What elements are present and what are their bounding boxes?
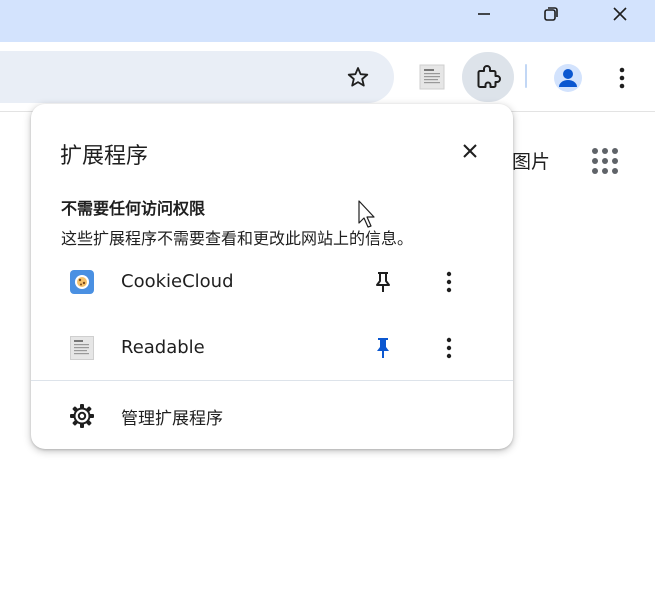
browser-menu-button[interactable]	[606, 62, 638, 94]
restore-icon	[544, 7, 558, 21]
extensions-popup: 扩展程序 不需要任何访问权限 这些扩展程序不需要查看和更改此网站上的信息。 Co…	[31, 104, 513, 449]
star-icon	[347, 67, 369, 87]
pin-filled-icon	[377, 338, 389, 358]
close-icon	[463, 144, 477, 158]
profile-button[interactable]	[552, 62, 584, 94]
toolbar-separator	[525, 64, 527, 88]
extension-row-cookiecloud[interactable]: CookieCloud	[31, 254, 513, 310]
restore-button[interactable]	[528, 0, 574, 28]
extension-row-readable[interactable]: Readable	[31, 320, 513, 376]
extensions-button[interactable]	[462, 52, 514, 102]
address-bar[interactable]	[0, 51, 394, 103]
popup-divider	[31, 380, 513, 381]
readable-toolbar-button[interactable]	[419, 64, 445, 90]
puzzle-icon	[477, 65, 501, 88]
kebab-icon	[446, 337, 452, 359]
avatar-icon	[554, 64, 582, 92]
minimize-button[interactable]	[461, 0, 507, 28]
section-title: 不需要任何访问权限	[61, 199, 206, 218]
title-bar	[0, 0, 655, 42]
extension-more-button[interactable]	[435, 268, 463, 296]
pin-outline-icon	[376, 272, 390, 292]
popup-title: 扩展程序	[60, 144, 149, 169]
kebab-icon	[446, 271, 452, 293]
browser-toolbar	[0, 42, 655, 112]
extension-name: CookieCloud	[121, 271, 234, 292]
pin-button[interactable]	[369, 268, 397, 296]
pin-button[interactable]	[369, 334, 397, 362]
close-icon	[613, 7, 627, 21]
cookiecloud-extension-icon	[70, 270, 94, 294]
bookmark-button[interactable]	[340, 64, 376, 90]
apps-grid-button[interactable]	[590, 146, 620, 176]
manage-extensions-button[interactable]: 管理扩展程序	[31, 392, 513, 436]
close-window-button[interactable]	[597, 0, 643, 28]
extension-name: Readable	[121, 337, 205, 358]
mouse-cursor-icon	[358, 200, 378, 230]
minimize-icon	[478, 13, 490, 15]
extension-more-button[interactable]	[435, 334, 463, 362]
kebab-icon	[619, 67, 625, 89]
readable-extension-icon	[419, 64, 445, 90]
images-link[interactable]: 图片	[512, 147, 550, 174]
manage-extensions-label: 管理扩展程序	[121, 409, 223, 429]
popup-close-button[interactable]	[456, 137, 484, 165]
gear-icon	[68, 402, 96, 430]
readable-extension-icon	[70, 336, 94, 360]
apps-grid-icon	[592, 148, 618, 174]
